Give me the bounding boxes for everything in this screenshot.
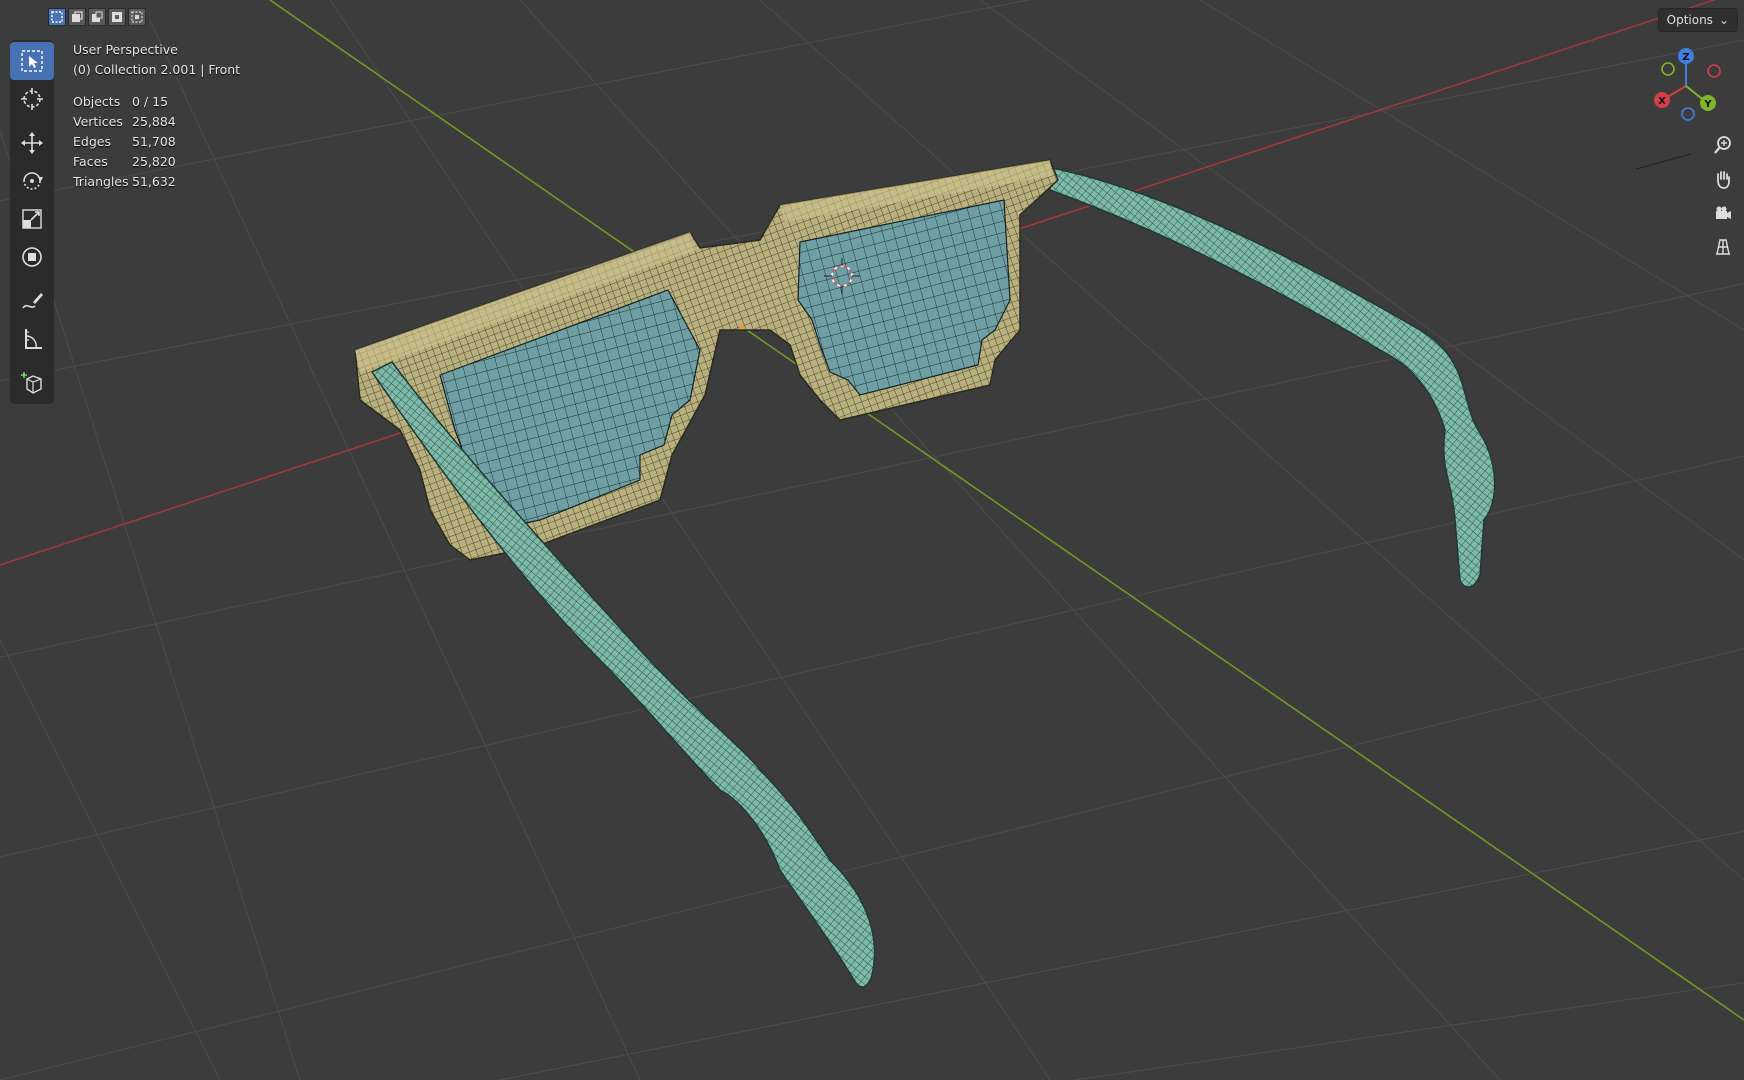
stat-row-objects: Objects 0 / 15 <box>73 92 240 112</box>
measure-icon <box>25 329 42 349</box>
neg-x-handle[interactable] <box>1707 64 1721 78</box>
neg-y-handle[interactable] <box>1661 62 1675 76</box>
origin-dot <box>739 324 745 330</box>
measure-tool[interactable] <box>10 320 54 358</box>
camera-view-button[interactable] <box>1710 200 1736 226</box>
view-name: User Perspective <box>73 42 178 57</box>
move-tool[interactable] <box>10 124 54 162</box>
select-subtract-icon[interactable] <box>88 8 106 26</box>
scale-tool[interactable] <box>10 200 54 238</box>
stat-value: 0 / 15 <box>132 94 169 109</box>
select-mode-buttons <box>48 8 146 28</box>
select-extend-icon[interactable] <box>68 8 86 26</box>
move-icon <box>21 132 43 154</box>
annotate-icon <box>22 293 43 309</box>
ortho-toggle-button[interactable] <box>1710 234 1736 260</box>
zoom-icon <box>1714 136 1731 154</box>
options-dropdown[interactable]: Options ⌄ <box>1657 8 1738 32</box>
neg-z-handle[interactable] <box>1681 107 1695 121</box>
select-intersect-icon[interactable] <box>128 8 146 26</box>
scale-icon <box>22 209 42 229</box>
rotate-tool[interactable] <box>10 162 54 200</box>
transform-tool[interactable] <box>10 238 54 276</box>
stat-row-faces: Faces 25,820 <box>73 152 240 172</box>
z-axis-label: Z <box>1682 52 1689 63</box>
3d-viewport[interactable]: Options ⌄ User Perspective (0) Collectio… <box>0 0 1744 1080</box>
stat-label: Edges <box>73 134 111 149</box>
stat-row-vertices: Vertices 25,884 <box>73 112 240 132</box>
grid-ortho-icon <box>1716 239 1730 255</box>
stat-label: Triangles <box>73 174 129 189</box>
annotate-tool[interactable] <box>10 282 54 320</box>
stat-label: Objects <box>73 94 121 109</box>
select-new-icon[interactable] <box>48 8 66 26</box>
options-label: Options <box>1666 13 1713 27</box>
hand-pan-icon <box>1717 171 1730 189</box>
stat-value: 51,632 <box>132 174 176 189</box>
stat-value: 25,884 <box>132 114 176 129</box>
add-cube-icon <box>21 372 42 394</box>
scene-statistics: Objects 0 / 15 Vertices 25,884 Edges 51,708… <box>73 92 240 192</box>
collection-line: (0) Collection 2.001 | Front <box>73 62 241 77</box>
select-box-tool[interactable] <box>10 42 54 80</box>
viewport-info-overlay: User Perspective (0) Collection 2.001 | … <box>73 40 240 192</box>
right-temple-arm <box>1049 167 1496 588</box>
rotate-icon <box>23 172 43 190</box>
cursor-tool[interactable] <box>10 80 54 118</box>
stat-row-edges: Edges 51,708 <box>73 132 240 152</box>
chevron-down-icon: ⌄ <box>1718 13 1729 27</box>
add-cube-tool[interactable] <box>10 364 54 402</box>
zoom-button[interactable] <box>1710 132 1736 158</box>
select-box-icon <box>21 50 43 72</box>
pan-button[interactable] <box>1710 166 1736 192</box>
camera-icon <box>1716 206 1731 219</box>
x-axis-label: X <box>1658 96 1666 107</box>
stat-label: Faces <box>73 154 108 169</box>
stat-value: 51,708 <box>132 134 176 149</box>
y-axis-label: Y <box>1703 99 1712 110</box>
cursor-icon <box>21 88 43 110</box>
stat-label: Vertices <box>73 114 123 129</box>
viewport-scene <box>0 0 1744 1080</box>
stat-value: 25,820 <box>132 154 176 169</box>
transform-icon <box>22 247 42 267</box>
tool-shelf <box>10 40 54 404</box>
select-invert-icon[interactable] <box>108 8 126 26</box>
stat-row-triangles: Triangles 51,632 <box>73 172 240 192</box>
